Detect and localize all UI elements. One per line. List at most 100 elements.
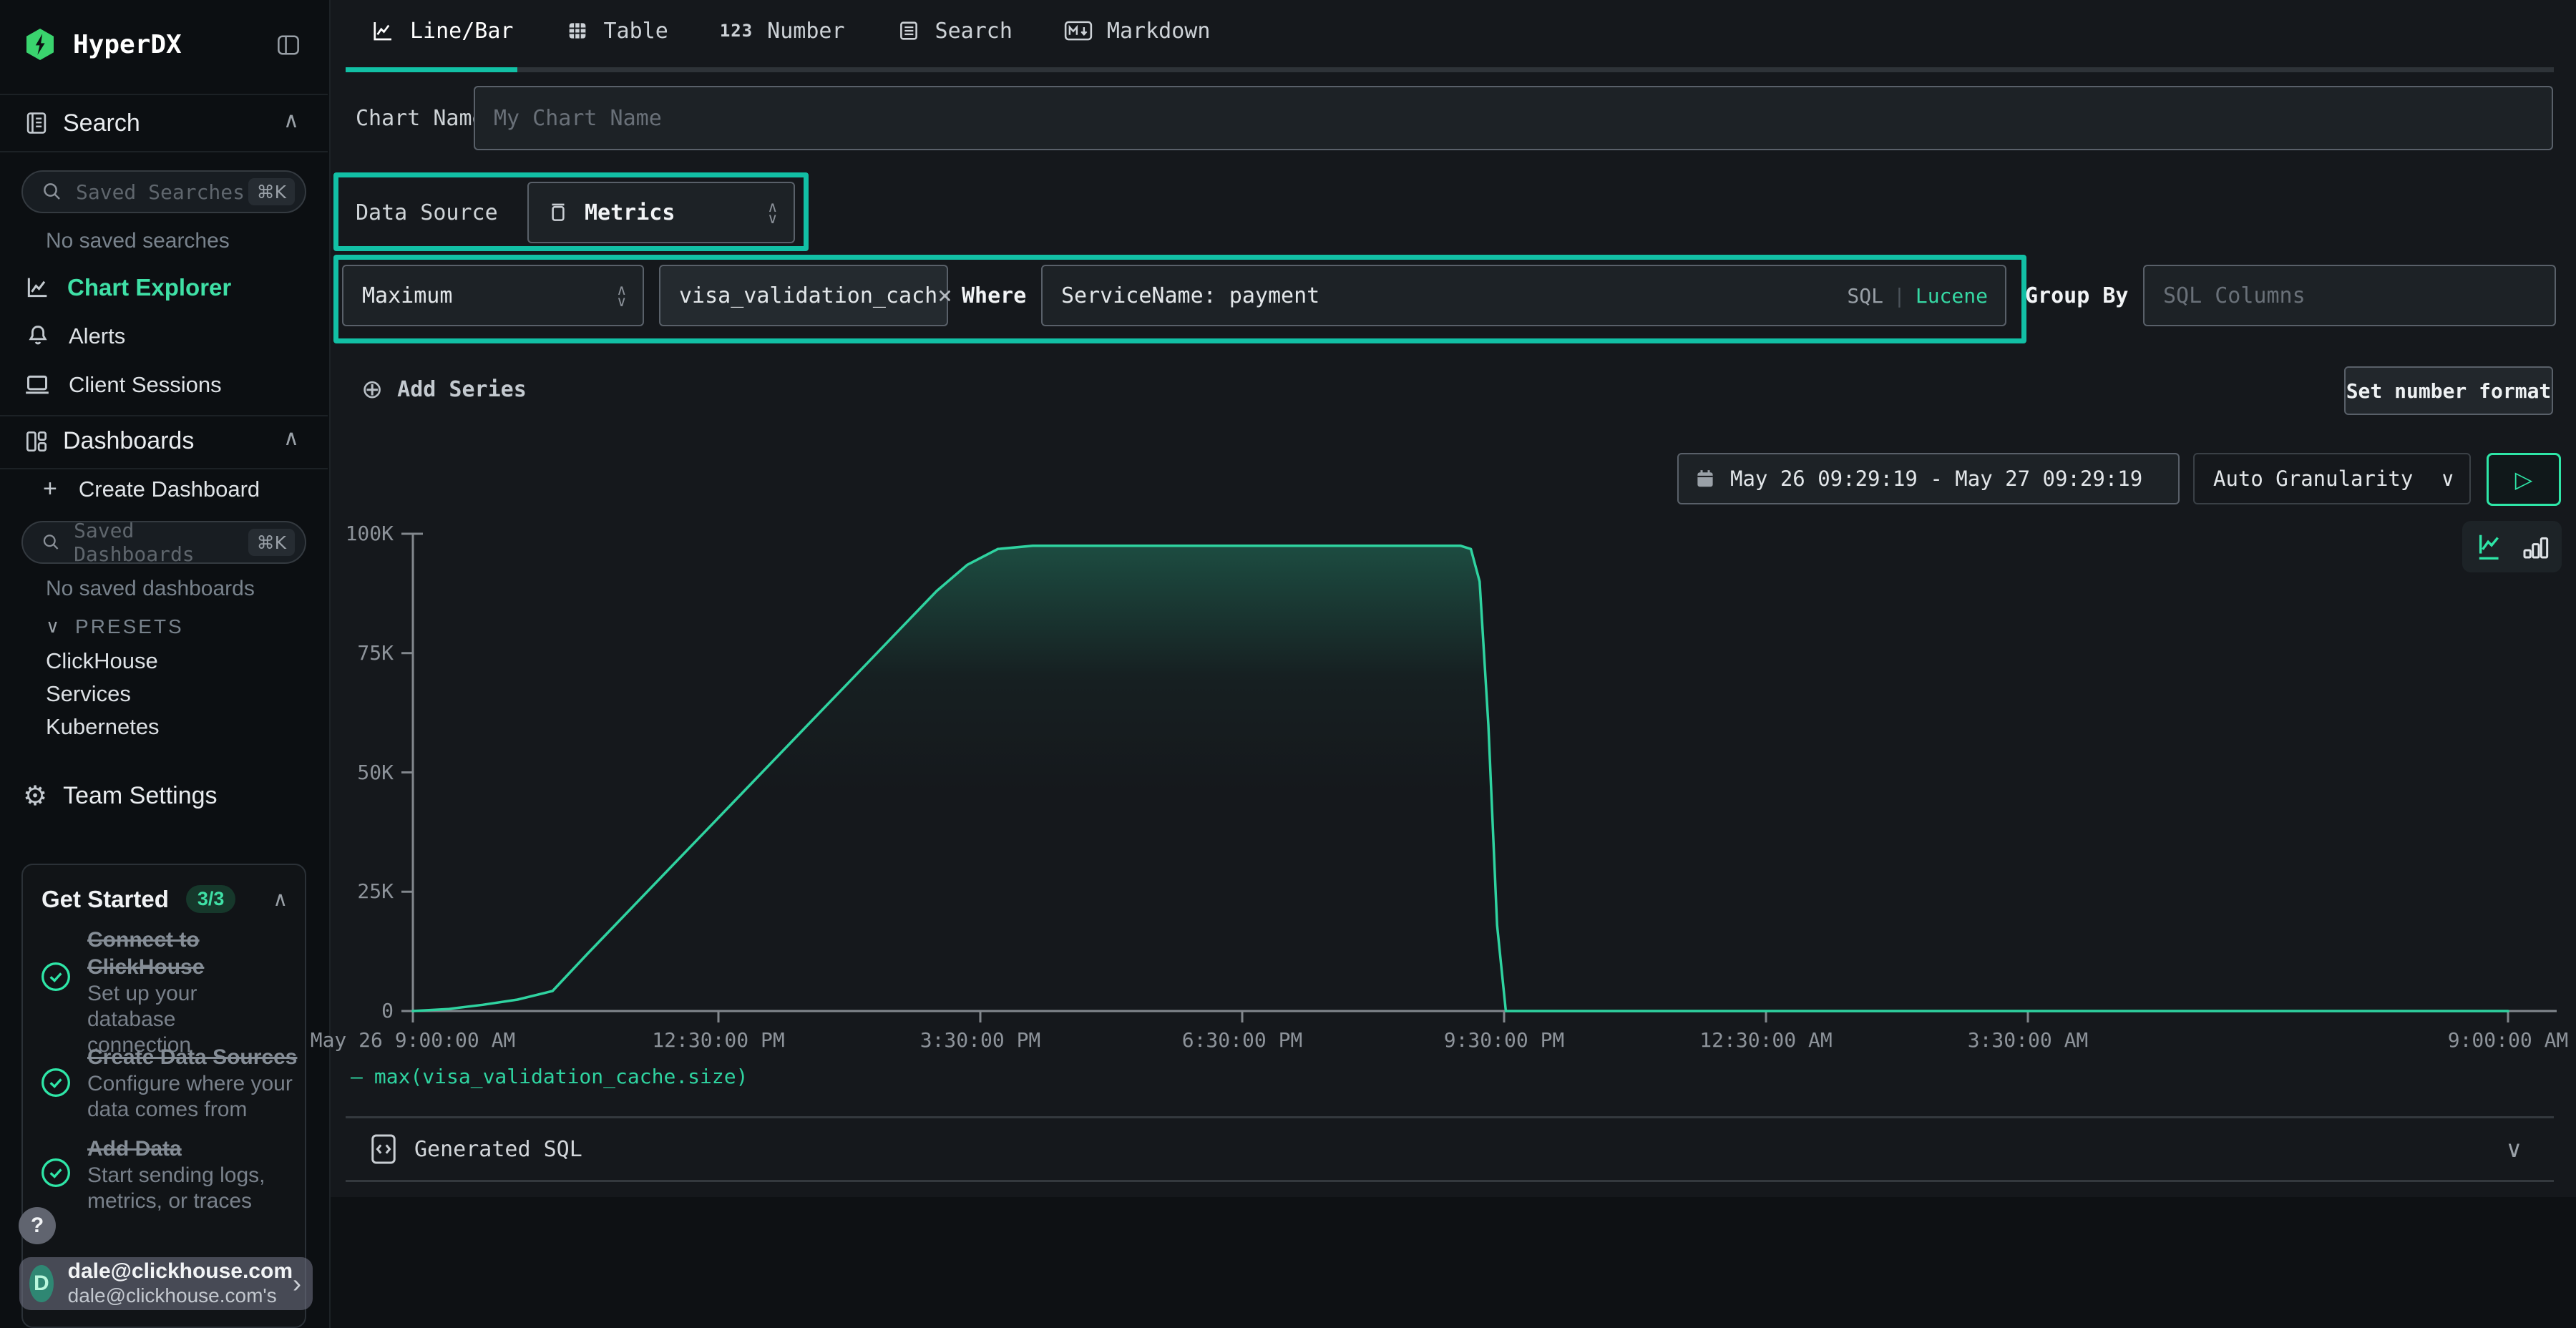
chevron-up-icon: ∧ <box>283 426 299 451</box>
saved-searches-input[interactable]: Saved Searches ⌘K <box>21 170 306 213</box>
chart-name-input[interactable]: My Chart Name <box>474 86 2553 150</box>
tab-label: Table <box>604 19 668 44</box>
number-123-icon: 123 <box>720 21 753 41</box>
aggregation-select[interactable]: Maximum ∧∨ <box>342 265 644 326</box>
generated-sql-toggle[interactable]: Generated SQL ∨ <box>346 1118 2554 1180</box>
sql-mode-toggle[interactable]: SQL <box>1847 284 1883 308</box>
alerts-label: Alerts <box>69 323 125 349</box>
chart-type-tabs: Line/Bar Table 123 Number Search <box>370 18 1210 44</box>
chevron-up-icon: ∧ <box>273 887 288 911</box>
get-started-header[interactable]: Get Started 3/3 ∧ <box>42 885 288 913</box>
aggregation-value: Maximum <box>362 283 452 308</box>
sidebar-item-chart-explorer[interactable]: Chart Explorer <box>23 273 231 302</box>
y-tick-label: 25K <box>322 879 394 903</box>
x-tick-label: 12:30:00 PM <box>652 1028 784 1052</box>
dashboards-label: Dashboards <box>63 427 194 455</box>
search-list-icon <box>897 19 921 43</box>
where-input[interactable]: ServiceName: payment SQL | Lucene <box>1041 265 2006 326</box>
database-icon <box>546 200 570 225</box>
x-tick-label: 6:30:00 PM <box>1182 1028 1303 1052</box>
progress-badge: 3/3 <box>186 885 236 913</box>
user-menu[interactable]: D dale@clickhouse.com dale@clickhouse.co… <box>19 1257 313 1310</box>
add-series-label: Add Series <box>397 377 527 402</box>
where-label: Where <box>962 283 1026 308</box>
set-number-format-label: Set number format <box>2346 379 2552 403</box>
lucene-mode-toggle[interactable]: Lucene <box>1916 284 1988 308</box>
active-tab-indicator <box>346 67 517 72</box>
item-desc: Set up your database <box>87 982 197 1031</box>
group-by-input[interactable]: SQL Columns <box>2143 265 2556 326</box>
shortcut-badge: ⌘K <box>248 178 295 205</box>
presets-toggle[interactable]: ∨ PRESETS <box>46 615 184 638</box>
logo-text: HyperDX <box>73 30 182 59</box>
y-tick-label: 0 <box>322 999 394 1022</box>
metric-field-tag[interactable]: visa_validation_cach × <box>659 265 948 326</box>
markdown-icon <box>1064 19 1093 42</box>
set-number-format-button[interactable]: Set number format <box>2344 366 2553 415</box>
chevron-up-icon: ∧ <box>283 108 299 133</box>
close-icon[interactable]: × <box>937 281 952 310</box>
create-dashboard-button[interactable]: + Create Dashboard <box>43 475 260 503</box>
dashboards-icon <box>23 428 50 455</box>
add-series-button[interactable]: ⊕ Add Series <box>361 375 527 404</box>
team-settings-label: Team Settings <box>63 782 217 810</box>
data-source-select[interactable]: Metrics ∧∨ <box>527 182 795 243</box>
tab-number[interactable]: 123 Number <box>720 19 845 44</box>
tab-label: Line/Bar <box>410 19 514 44</box>
user-team: dale@clickhouse.com's <box>68 1284 293 1308</box>
tab-label: Search <box>935 19 1013 44</box>
x-tick-label: 12:30:00 AM <box>1699 1028 1832 1052</box>
saved-dashboards-input[interactable]: Saved Dashboards ⌘K <box>21 521 306 564</box>
preset-clickhouse[interactable]: ClickHouse <box>46 648 158 674</box>
preset-kubernetes[interactable]: Kubernetes <box>46 714 160 740</box>
tab-line-bar[interactable]: Line/Bar <box>370 18 514 44</box>
tab-label: Number <box>767 19 844 44</box>
page-bottom-background <box>331 1197 2576 1328</box>
table-icon <box>565 19 590 43</box>
chevron-down-icon: ∨ <box>767 213 778 224</box>
tab-search[interactable]: Search <box>897 19 1013 44</box>
shortcut-badge: ⌘K <box>248 529 295 556</box>
chart-name-placeholder: My Chart Name <box>494 106 662 131</box>
avatar: D <box>29 1265 54 1302</box>
search-section-header[interactable]: Search ∧ <box>0 94 328 152</box>
y-tick-label: 75K <box>322 641 394 665</box>
no-saved-searches-text: No saved searches <box>46 229 230 253</box>
y-tick-label: 100K <box>322 522 394 545</box>
sidebar-item-team-settings[interactable]: ⚙ Team Settings <box>23 780 218 811</box>
logo[interactable]: HyperDX <box>23 26 182 63</box>
item-title: Create Data Sources <box>87 1045 297 1069</box>
x-tick-label: May 26 9:00:00 AM <box>311 1028 516 1052</box>
legend-label: max(visa_validation_cache.size) <box>374 1065 748 1088</box>
timeseries-chart[interactable] <box>329 444 2576 1159</box>
tab-table[interactable]: Table <box>565 19 668 44</box>
chevron-down-icon: ∨ <box>46 616 59 638</box>
gear-icon: ⚙ <box>23 780 47 811</box>
x-tick-label: 3:30:00 AM <box>1968 1028 2089 1052</box>
metric-field-name: visa_validation_cach <box>679 283 937 308</box>
collapse-sidebar-icon[interactable] <box>276 34 301 56</box>
saved-dashboards-placeholder: Saved Dashboards <box>74 519 248 566</box>
hyperdx-app: HyperDX Search ∧ Saved Searches <box>0 0 2576 1328</box>
user-email: dale@clickhouse.com <box>68 1259 293 1284</box>
plus-circle-icon: ⊕ <box>361 375 383 404</box>
preset-services[interactable]: Services <box>46 681 131 707</box>
get-started-item[interactable]: Connect toClickHouse Set up your databas… <box>87 927 288 1058</box>
tab-markdown[interactable]: Markdown <box>1064 19 1211 44</box>
tab-label: Markdown <box>1107 19 1211 44</box>
sidebar-item-client-sessions[interactable]: Client Sessions <box>23 371 222 399</box>
chart-explorer-icon <box>23 273 52 302</box>
chart-legend[interactable]: — max(visa_validation_cache.size) <box>351 1065 748 1088</box>
help-button[interactable]: ? <box>19 1207 56 1244</box>
sidebar-item-alerts[interactable]: Alerts <box>24 322 125 351</box>
get-started-item[interactable]: Add Data Start sending logs,metrics, or … <box>87 1136 302 1214</box>
dashboards-section-header[interactable]: Dashboards ∧ <box>0 415 328 469</box>
item-title: Connect to <box>87 928 200 952</box>
x-tick-label: 9:00:00 AM <box>2448 1028 2569 1052</box>
group-by-placeholder: SQL Columns <box>2163 283 2306 308</box>
group-by-label: Group By <box>2025 283 2129 308</box>
hyperdx-logo-icon <box>23 26 57 63</box>
chart-name-label: Chart Name <box>356 106 485 131</box>
toggle-separator: | <box>1893 284 1906 308</box>
get-started-item[interactable]: Create Data Sources Configure where your… <box>87 1044 302 1123</box>
